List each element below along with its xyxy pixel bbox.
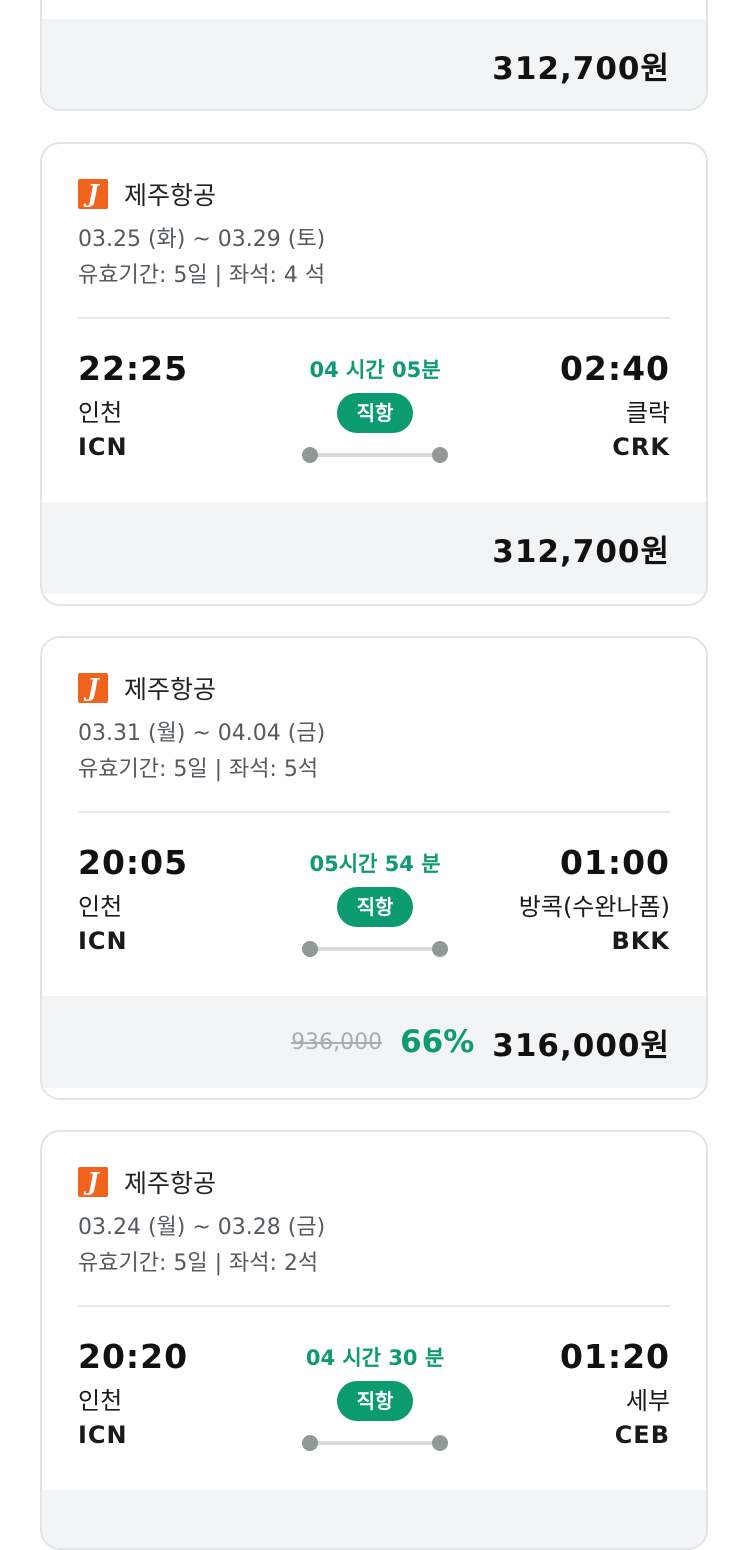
flight-card-2[interactable]: J 제주항공 03.31 (월) ~ 04.04 (금) 유효기간: 5일 | … [40,636,708,1100]
flight-duration-block: 04 시간 30 분 직항 [300,1343,450,1451]
arrival-time: 01:00 [559,843,670,882]
airline-row: J 제주항공 [78,672,670,704]
departure-time: 20:20 [78,1337,189,1376]
duration: 04 시간 05분 [309,358,441,382]
departure: 20:05 인천 ICN [78,843,188,957]
departure: 20:20 인천 ICN [78,1337,188,1451]
travel-dates: 03.25 (화) ~ 03.29 (토) [78,227,326,252]
price-bar: 312,700원 [42,502,706,594]
arrival-city: 세부 [625,1387,670,1415]
airline-name: 제주항공 [124,1169,217,1198]
original-price: 936,000 [291,1029,383,1055]
arrival-code: BKK [611,927,670,955]
route-line-icon [302,447,448,463]
price: 312,700원 [492,533,670,570]
airline-row: J 제주항공 [78,178,670,210]
validity-seats: 유효기간: 5일 | 좌석: 2석 [78,1251,319,1276]
airline-name: 제주항공 [124,675,217,704]
card-body: J 제주항공 03.31 (월) ~ 04.04 (금) 유효기간: 5일 | … [42,638,706,996]
travel-dates: 03.24 (월) ~ 03.28 (금) [78,1215,326,1240]
direct-badge: 직항 [336,887,414,927]
arrival-time: 01:20 [559,1337,670,1376]
airline-row: J 제주항공 [78,1166,670,1198]
flight-duration-block: 05시간 54 분 직항 [300,849,450,957]
flight-card-3[interactable]: J 제주항공 03.24 (월) ~ 03.28 (금) 유효기간: 5일 | … [40,1130,708,1550]
arrival-city: 클락 [625,399,670,427]
direct-badge: 직항 [336,1381,414,1421]
price-bar: 312,700원 [42,19,706,109]
departure-city: 인천 [78,399,123,427]
departure: 22:25 인천 ICN [78,349,188,463]
flight-info: 20:20 인천 ICN 04 시간 30 분 직항 01:20 세부 CEB [78,1307,670,1490]
validity-seats: 유효기간: 5일 | 좌석: 4 석 [78,263,326,288]
departure-code: ICN [78,927,128,955]
price: 312,700원 [492,50,670,87]
jeju-air-logo-icon: J [78,179,108,209]
arrival: 01:20 세부 CEB [560,1337,670,1451]
arrival: 01:00 방콕(수완나폼) BKK [519,843,670,957]
price: 316,000원 [492,1027,670,1064]
price-bar: 936,000 66% 316,000원 [42,996,706,1088]
card-body: J 제주항공 03.25 (화) ~ 03.29 (토) 유효기간: 5일 | … [42,144,706,502]
arrival-time: 02:40 [559,349,670,388]
jeju-air-logo-icon: J [78,673,108,703]
flight-card-0[interactable]: 312,700원 [40,0,708,111]
arrival-code: CEB [614,1421,670,1449]
airline-name: 제주항공 [124,181,217,210]
route-line-icon [302,1435,448,1451]
direct-badge: 직항 [336,393,414,433]
route-line-icon [302,941,448,957]
flight-card-1[interactable]: J 제주항공 03.25 (화) ~ 03.29 (토) 유효기간: 5일 | … [40,142,708,606]
flight-duration-block: 04 시간 05분 직항 [300,355,450,463]
duration: 05시간 54 분 [309,852,441,876]
arrival-city: 방콕(수완나폼) [518,893,670,921]
card-body: J 제주항공 03.24 (월) ~ 03.28 (금) 유효기간: 5일 | … [42,1132,706,1490]
jeju-air-logo-icon: J [78,1167,108,1197]
discount-rate: 66% [400,1024,475,1060]
departure-code: ICN [78,433,128,461]
departure-code: ICN [78,1421,128,1449]
arrival-code: CRK [612,433,670,461]
departure-city: 인천 [78,1387,123,1415]
duration: 04 시간 30 분 [305,1346,445,1370]
departure-time: 22:25 [78,349,189,388]
arrival: 02:40 클락 CRK [560,349,670,463]
departure-city: 인천 [78,893,123,921]
flight-info: 22:25 인천 ICN 04 시간 05분 직항 02:40 클락 CRK [78,319,670,502]
travel-dates: 03.31 (월) ~ 04.04 (금) [78,721,326,746]
validity-seats: 유효기간: 5일 | 좌석: 5석 [78,757,319,782]
flight-info: 20:05 인천 ICN 05시간 54 분 직항 01:00 방콕(수완나폼)… [78,813,670,996]
price-bar [42,1490,706,1548]
departure-time: 20:05 [78,843,189,882]
